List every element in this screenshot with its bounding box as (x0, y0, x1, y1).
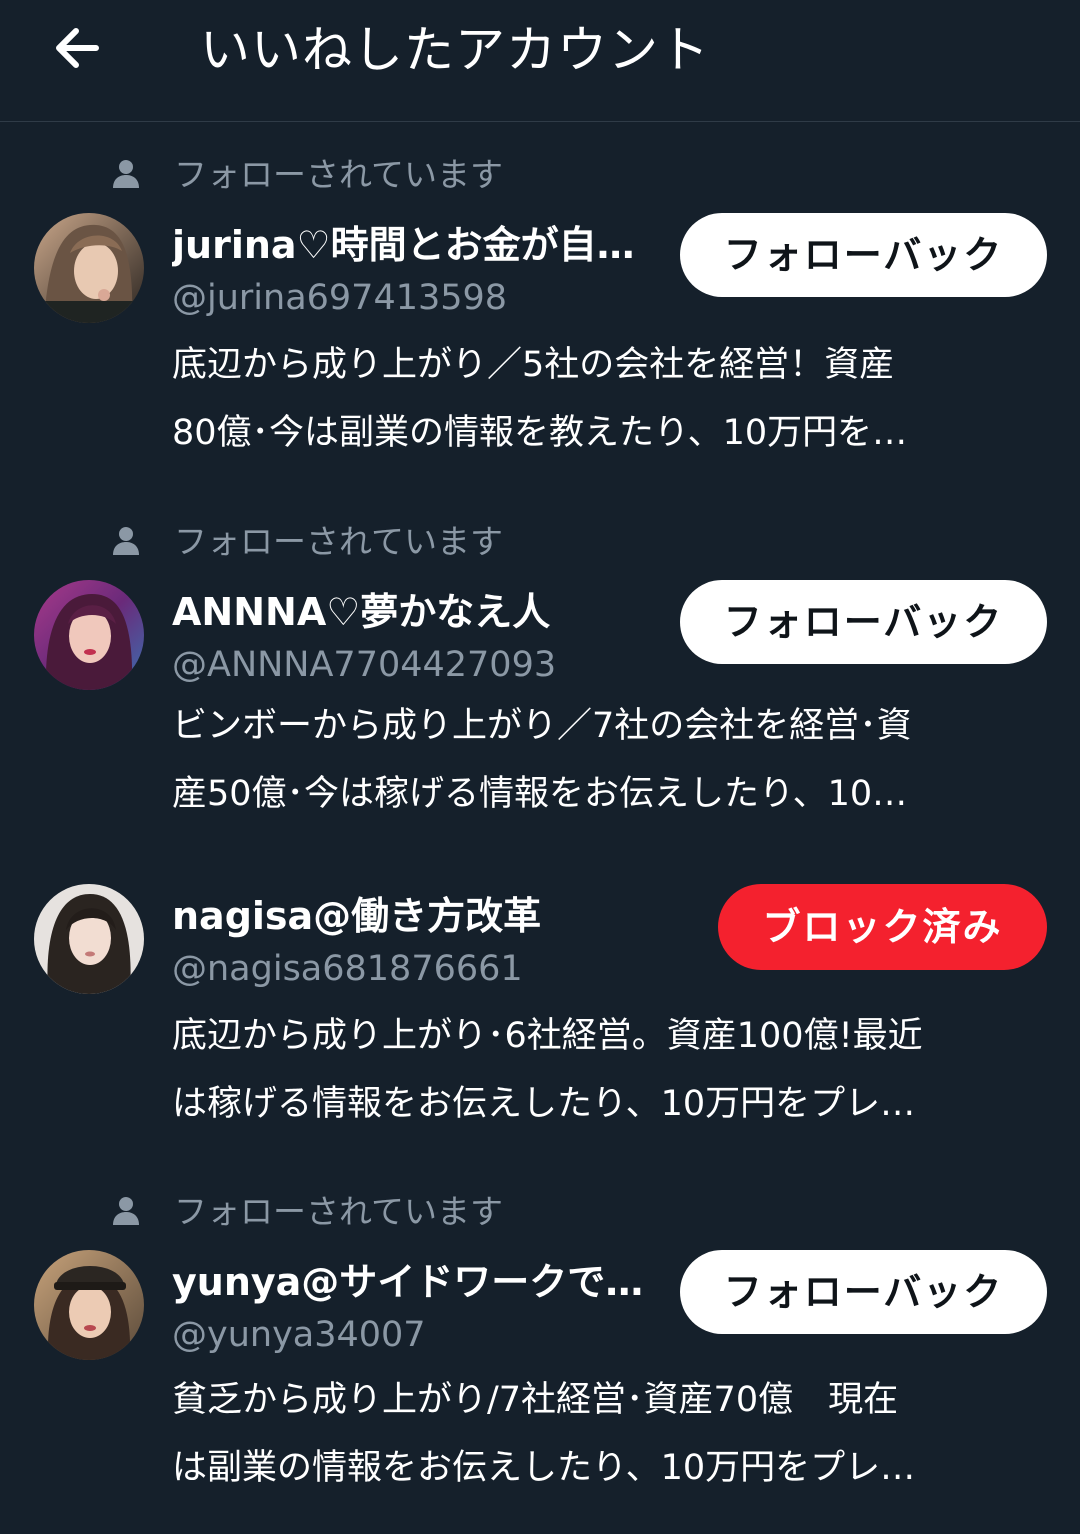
username-handle: @jurina697413598 (172, 278, 508, 318)
bio-line: は副業の情報をお伝えしたり、10万円をプレ… (172, 1448, 916, 1488)
bio-text: ビンボーから成り上がり／7社の会社を経営･資 産50億･今は稼げる情報をお伝えし… (172, 692, 1042, 828)
bio-text: 底辺から成り上がり･6社経営。資産100億!最近 は稼げる情報をお伝えしたり、1… (172, 1002, 1042, 1138)
bio-line: 80億･今は副業の情報を教えたり、10万円を… (172, 413, 908, 453)
follows-you-label: フォローされています (174, 155, 504, 194)
person-icon (113, 160, 139, 188)
avatar[interactable] (34, 1250, 144, 1360)
follow-back-button[interactable]: フォローバック (680, 580, 1047, 664)
bio-line: は稼げる情報をお伝えしたり、10万円をプレ… (172, 1084, 916, 1124)
account-row-jurina[interactable]: フォローされています jurina♡時間とお金が自… @jurina697413… (0, 155, 1080, 475)
person-icon (113, 1197, 139, 1225)
bio-line: 底辺から成り上がり／5社の会社を経営！資産 (172, 345, 895, 385)
display-name[interactable]: jurina♡時間とお金が自… (172, 221, 635, 269)
display-name[interactable]: yunya@サイドワークで… (172, 1258, 643, 1306)
bio-line: 産50億･今は稼げる情報をお伝えしたり、10… (172, 774, 908, 814)
bio-text: 底辺から成り上がり／5社の会社を経営！資産 80億･今は副業の情報を教えたり、1… (172, 331, 1042, 467)
top-app-bar: いいねしたアカウント (0, 0, 1080, 122)
account-row-annna[interactable]: フォローされています ANNNA♡夢かなえ人 @ANNNA7704427093 … (0, 522, 1080, 842)
follows-you-label: フォローされています (174, 522, 504, 561)
username-handle: @yunya34007 (172, 1315, 426, 1355)
avatar[interactable] (34, 580, 144, 690)
display-name[interactable]: nagisa@働き方改革 (172, 892, 541, 940)
avatar[interactable] (34, 884, 144, 994)
account-row-yunya[interactable]: フォローされています yunya@サイドワークで… @yunya34007 フォ… (0, 1192, 1080, 1512)
bio-line: 貧乏から成り上がり/7社経営･資産70億 現在 (172, 1380, 899, 1420)
person-icon (113, 527, 139, 555)
account-row-nagisa[interactable]: nagisa@働き方改革 @nagisa681876661 ブロック済み 底辺か… (0, 882, 1080, 1142)
follow-back-button[interactable]: フォローバック (680, 1250, 1047, 1334)
blocked-button[interactable]: ブロック済み (718, 884, 1047, 970)
bio-line: 底辺から成り上がり･6社経営。資産100億!最近 (172, 1016, 923, 1056)
display-name[interactable]: ANNNA♡夢かなえ人 (172, 588, 550, 636)
back-button[interactable] (46, 20, 108, 76)
follows-you-label: フォローされています (174, 1192, 504, 1231)
bio-line: ビンボーから成り上がり／7社の会社を経営･資 (172, 706, 912, 746)
username-handle: @nagisa681876661 (172, 949, 523, 989)
arrow-left-icon (56, 28, 99, 68)
avatar[interactable] (34, 213, 144, 323)
username-handle: @ANNNA7704427093 (172, 645, 557, 685)
follow-back-button[interactable]: フォローバック (680, 213, 1047, 297)
page-title: いいねしたアカウント (200, 21, 710, 79)
bio-text: 貧乏から成り上がり/7社経営･資産70億 現在 は副業の情報をお伝えしたり、10… (172, 1366, 1042, 1502)
